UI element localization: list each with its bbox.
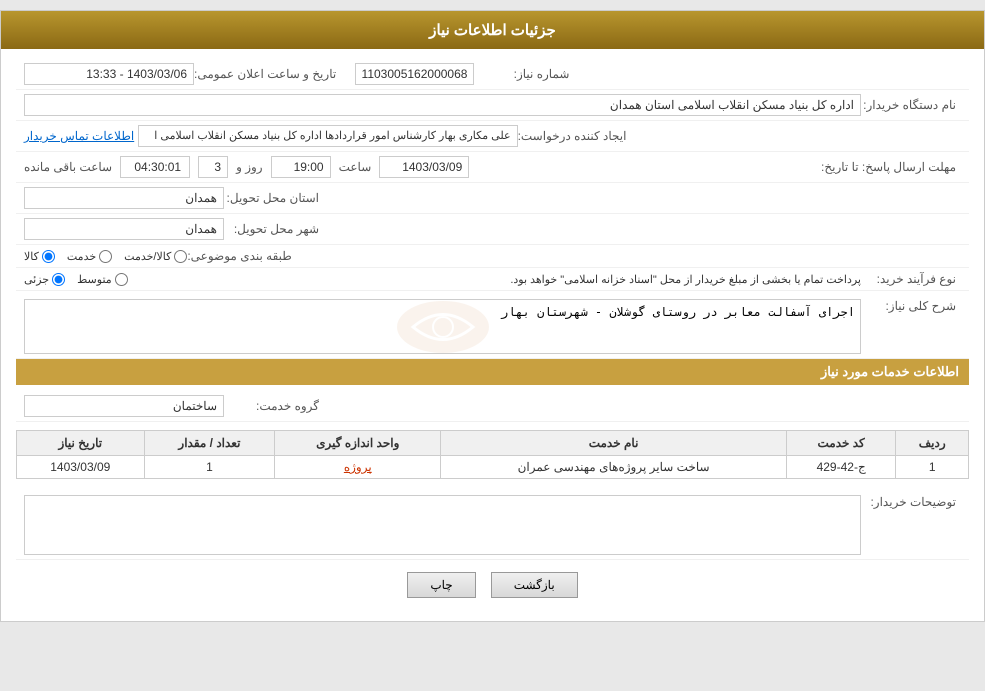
category-radio-group: کالا/خدمت خدمت کالا <box>24 250 187 263</box>
deadline-row: مهلت ارسال پاسخ: تا تاریخ: 1403/03/09 سا… <box>16 152 969 183</box>
category-row: طبقه بندی موضوعی: کالا/خدمت خدمت کالا <box>16 245 969 268</box>
need-number-label: شماره نیاز: <box>474 67 574 81</box>
buyer-desc-row: توضیحات خریدار: <box>16 487 969 560</box>
cell-code-0: ج-42-429 <box>786 456 895 479</box>
creator-label: ایجاد کننده درخواست: <box>518 129 632 143</box>
col-unit: واحد اندازه گیری <box>275 431 441 456</box>
general-desc-input[interactable] <box>24 299 861 354</box>
buyer-org-row: نام دستگاه خریدار: اداره کل بنیاد مسکن ا… <box>16 90 969 121</box>
col-row-num: ردیف <box>896 431 969 456</box>
cell-date-0: 1403/03/09 <box>17 456 145 479</box>
announce-date-value: 1403/03/06 - 13:33 <box>24 63 194 85</box>
category-label: طبقه بندی موضوعی: <box>187 249 297 263</box>
purchase-type-radio-group: متوسط جزئی <box>24 273 128 286</box>
buyer-desc-input[interactable] <box>24 495 861 555</box>
category-option-kala-khedmat[interactable]: کالا/خدمت <box>124 250 187 263</box>
general-desc-label: شرح کلی نیاز: <box>861 299 961 313</box>
category-option-khedmat[interactable]: خدمت <box>67 250 112 263</box>
purchase-radio-jozi[interactable] <box>52 273 65 286</box>
buyer-desc-label: توضیحات خریدار: <box>861 495 961 509</box>
purchase-option-motvaset[interactable]: متوسط <box>77 273 128 286</box>
purchase-option-jozi[interactable]: جزئی <box>24 273 65 286</box>
buyer-org-value: اداره کل بنیاد مسکن انقلاب اسلامی استان … <box>24 94 861 116</box>
category-radio-kala[interactable] <box>42 250 55 263</box>
deadline-label: مهلت ارسال پاسخ: تا تاریخ: <box>821 160 961 174</box>
deadline-remain-label: ساعت باقی مانده <box>24 160 112 174</box>
creator-contact-link[interactable]: اطلاعات تماس خریدار <box>24 129 134 143</box>
province-row: استان محل تحویل: همدان <box>16 183 969 214</box>
col-qty: تعداد / مقدار <box>144 431 275 456</box>
cell-name-0: ساخت سایر پروژه‌های مهندسی عمران <box>441 456 787 479</box>
need-number-value: 1103005162000068 <box>355 63 475 85</box>
service-group-value: ساختمان <box>24 395 224 417</box>
services-section-title: اطلاعات خدمات مورد نیاز <box>16 359 969 385</box>
print-button[interactable]: چاپ <box>407 572 475 598</box>
service-group-row: گروه خدمت: ساختمان <box>16 391 969 422</box>
announce-date-label: تاریخ و ساعت اعلان عمومی: <box>194 67 341 81</box>
category-radio-khedmat[interactable] <box>99 250 112 263</box>
city-label: شهر محل تحویل: <box>224 222 324 236</box>
deadline-time-label: ساعت <box>339 160 372 174</box>
purchase-radio-motvaset[interactable] <box>115 273 128 286</box>
service-group-label: گروه خدمت: <box>224 399 324 413</box>
province-value: همدان <box>24 187 224 209</box>
need-number-row: شماره نیاز: 1103005162000068 تاریخ و ساع… <box>16 59 969 90</box>
button-row: بازگشت چاپ <box>16 560 969 606</box>
cell-unit-0: پروژه <box>275 456 441 479</box>
services-table-wrapper: ردیف کد خدمت نام خدمت واحد اندازه گیری ت… <box>16 430 969 479</box>
services-table: ردیف کد خدمت نام خدمت واحد اندازه گیری ت… <box>16 430 969 479</box>
city-row: شهر محل تحویل: همدان <box>16 214 969 245</box>
deadline-date: 1403/03/09 <box>379 156 469 178</box>
purchase-type-label: نوع فرآیند خرید: <box>861 272 961 286</box>
purchase-type-row: نوع فرآیند خرید: پرداخت تمام یا بخشی از … <box>16 268 969 291</box>
col-code: کد خدمت <box>786 431 895 456</box>
buyer-org-label: نام دستگاه خریدار: <box>861 98 961 112</box>
col-name: نام خدمت <box>441 431 787 456</box>
general-desc-row: شرح کلی نیاز: <box>16 291 969 359</box>
city-value: همدان <box>24 218 224 240</box>
page-title: جزئیات اطلاعات نیاز <box>429 22 556 39</box>
page-header: جزئیات اطلاعات نیاز <box>1 11 984 49</box>
creator-row: ایجاد کننده درخواست: علی مکاری بهار کارش… <box>16 121 969 152</box>
col-date: تاریخ نیاز <box>17 431 145 456</box>
cell-qty-0: 1 <box>144 456 275 479</box>
cell-row-0: 1 <box>896 456 969 479</box>
category-radio-kala-khedmat[interactable] <box>174 250 187 263</box>
deadline-days-label: روز و <box>236 160 263 174</box>
deadline-time: 19:00 <box>271 156 331 178</box>
category-option-kala[interactable]: کالا <box>24 250 55 263</box>
back-button[interactable]: بازگشت <box>491 572 578 598</box>
deadline-remain: 04:30:01 <box>120 156 190 178</box>
purchase-note: پرداخت تمام یا بخشی از مبلغ خریدار از مح… <box>134 273 861 286</box>
table-row: 1 ج-42-429 ساخت سایر پروژه‌های مهندسی عم… <box>17 456 969 479</box>
province-label: استان محل تحویل: <box>224 191 324 205</box>
creator-value: علی مکاری بهار کارشناس امور قراردادها اد… <box>138 125 518 147</box>
deadline-days: 3 <box>198 156 228 178</box>
